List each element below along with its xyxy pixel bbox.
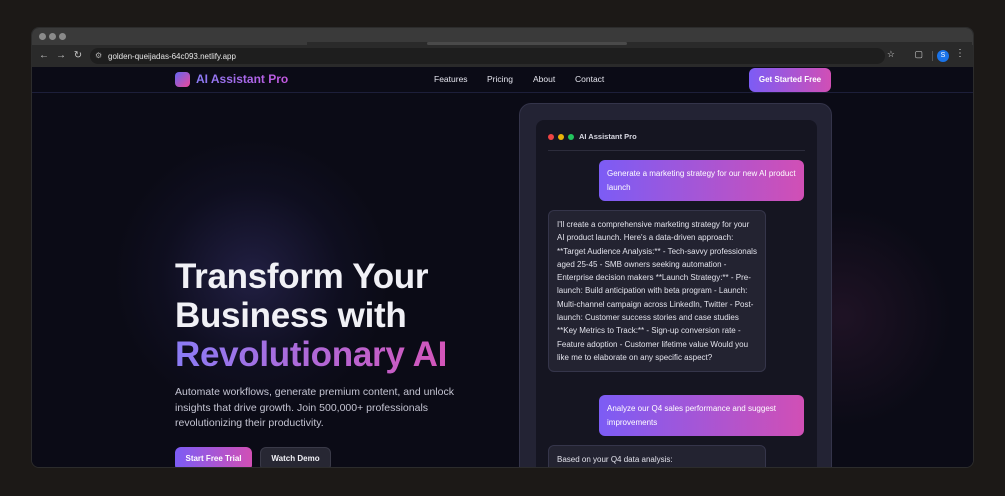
hero-title-line-1: Transform Your [175,257,429,296]
red-dot-icon [548,134,554,140]
url-text: golden-queijadas-64c093.netlify.app [108,51,236,61]
site-info-icon[interactable]: ⚙ [95,51,102,60]
hero-title: Transform Your Business with Revolutiona… [175,257,447,374]
bookmark-star-icon[interactable]: ☆ [887,49,895,60]
profile-avatar[interactable]: S [937,50,949,62]
extensions-icon[interactable]: ▢ [914,49,923,60]
yellow-dot-icon [558,134,564,140]
chat-divider [548,150,805,151]
more-menu-icon[interactable]: ⋮ [955,48,965,59]
nav-link-pricing[interactable]: Pricing [487,74,513,84]
site-navbar: AI Assistant Pro Features Pricing About … [32,67,973,93]
assistant-message: Based on your Q4 data analysis: [548,445,766,467]
brand-name[interactable]: AI Assistant Pro [196,72,288,86]
title-bar [32,28,973,45]
brand-logo-icon[interactable] [175,72,190,87]
user-message: Generate a marketing strategy for our ne… [599,160,804,201]
close-window-icon[interactable] [39,33,46,40]
user-message: Analyze our Q4 sales performance and sug… [599,395,804,436]
hero-title-line-2: Business with [175,296,407,335]
get-started-button[interactable]: Get Started Free [749,68,831,92]
browser-toolbar: ← → ↻ ⚙ golden-queijadas-64c093.netlify.… [32,45,973,67]
browser-window: ← → ↻ ⚙ golden-queijadas-64c093.netlify.… [31,27,974,468]
nav-link-contact[interactable]: Contact [575,74,604,84]
chat-preview-screen: AI Assistant Pro Generate a marketing st… [536,120,817,467]
nav-link-features[interactable]: Features [434,74,468,84]
green-dot-icon [568,134,574,140]
web-page: AI Assistant Pro Features Pricing About … [32,67,973,467]
maximize-window-icon[interactable] [59,33,66,40]
watch-demo-button[interactable]: Watch Demo [260,447,331,467]
back-arrow-icon[interactable]: ← [37,49,51,63]
minimize-window-icon[interactable] [49,33,56,40]
assistant-message: I'll create a comprehensive marketing st… [548,210,766,373]
nav-link-about[interactable]: About [533,74,555,84]
chat-preview-device: AI Assistant Pro Generate a marketing st… [519,103,832,467]
address-bar[interactable]: ⚙ golden-queijadas-64c093.netlify.app [90,48,885,64]
hero-title-highlight: Revolutionary AI [175,335,448,374]
hero-subtitle: Automate workflows, generate premium con… [175,386,454,429]
toolbar-divider [932,51,933,61]
reload-icon[interactable]: ↻ [71,49,85,63]
forward-arrow-icon[interactable]: → [54,49,68,63]
chat-window-title: AI Assistant Pro [579,132,637,141]
start-free-trial-button[interactable]: Start Free Trial [175,447,252,467]
